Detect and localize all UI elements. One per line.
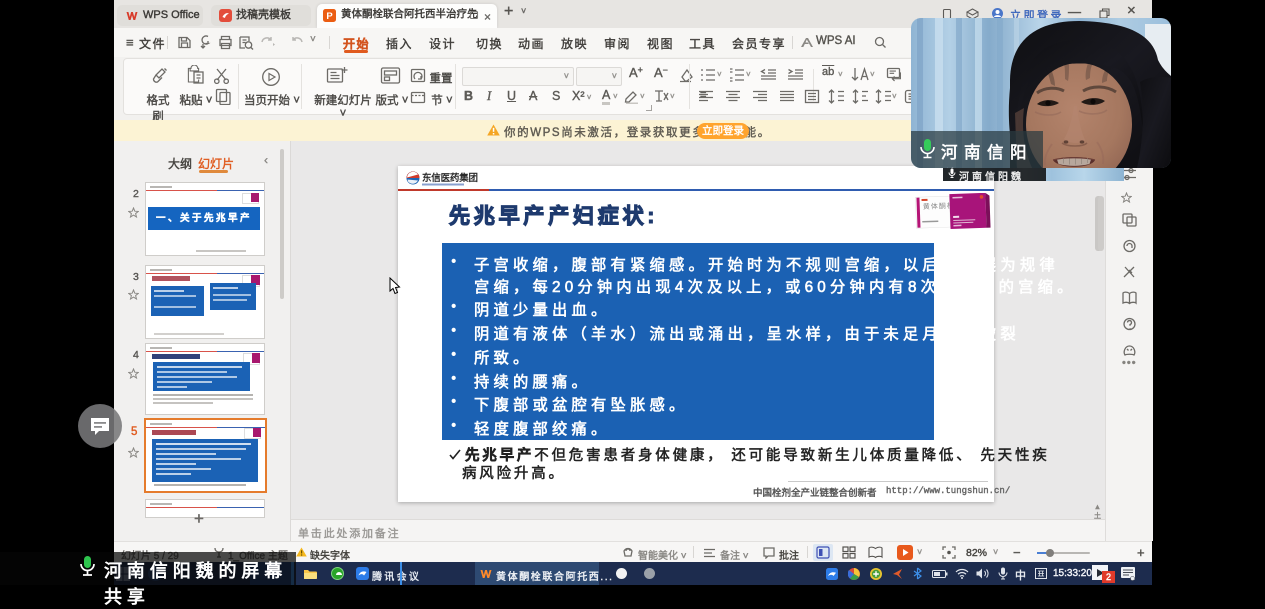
svg-text:东信医药集团: 东信医药集团 bbox=[422, 172, 478, 184]
svg-text:P: P bbox=[326, 11, 333, 22]
